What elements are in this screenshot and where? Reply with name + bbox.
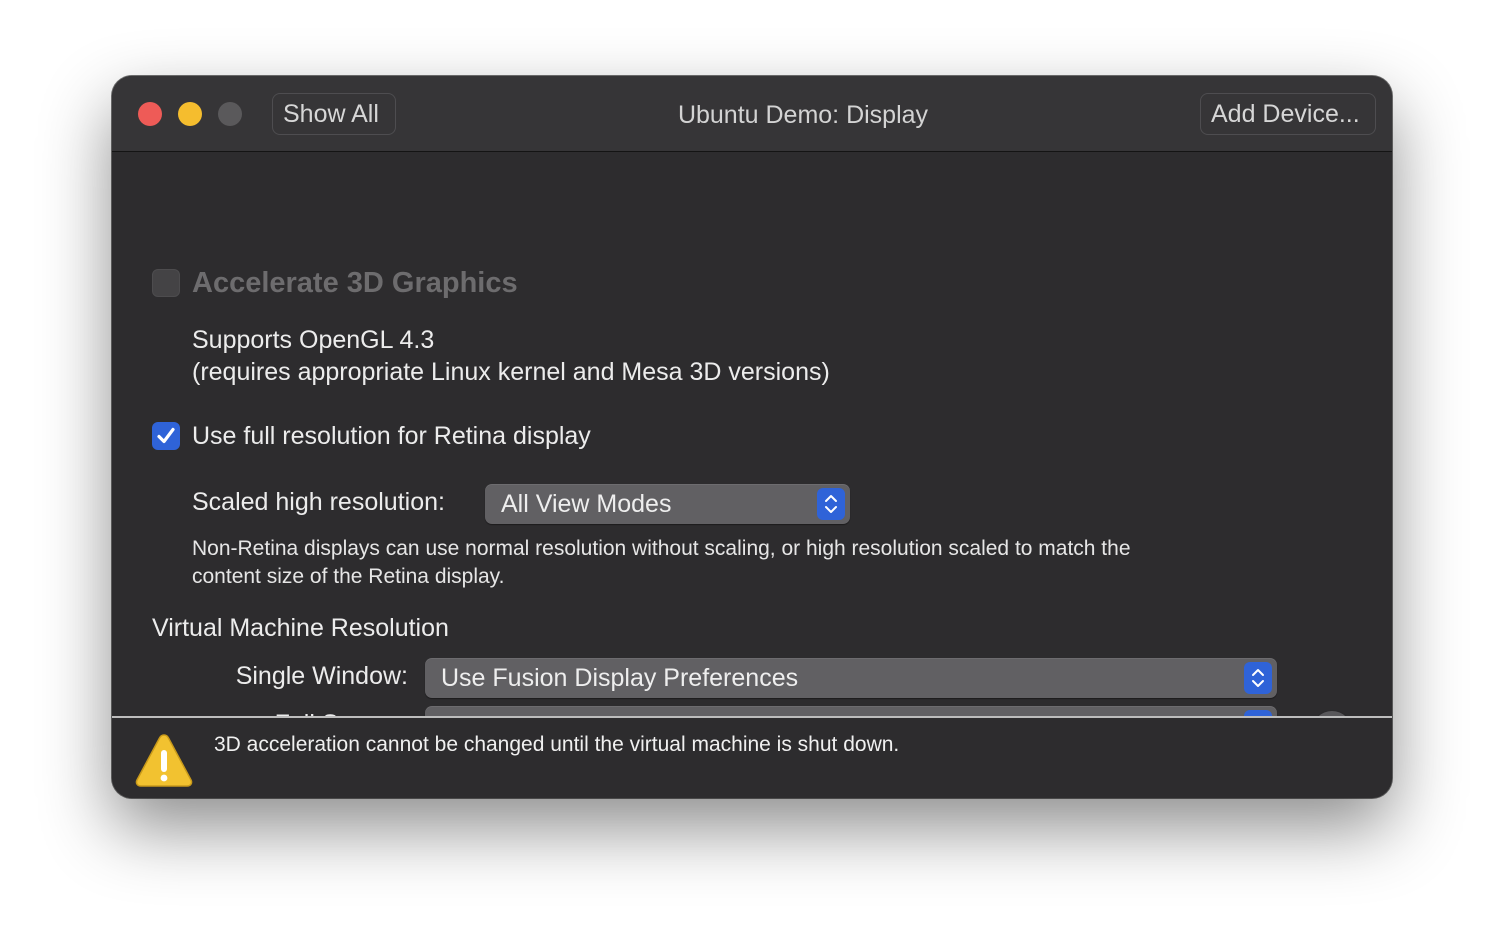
warning-icon [134,732,194,793]
full-resolution-retina-checkbox[interactable] [152,422,180,450]
checkmark-icon [157,427,175,444]
scaled-high-resolution-select[interactable]: All View Modes [485,484,850,524]
title-bar: Show All Ubuntu Demo: Display Add Device… [112,76,1392,152]
accelerate-3d-label: Accelerate 3D Graphics [192,267,518,299]
warning-message: 3D acceleration cannot be changed until … [214,733,900,756]
vm-resolution-heading: Virtual Machine Resolution [152,614,449,642]
opengl-requirements-text: (requires appropriate Linux kernel and M… [192,358,830,386]
single-window-resolution-value: Use Fusion Display Preferences [441,664,799,692]
minimize-window-button[interactable] [178,102,202,126]
opengl-support-text: Supports OpenGL 4.3 [192,326,435,354]
close-window-button[interactable] [138,102,162,126]
single-window-label: Single Window: [235,662,408,690]
status-footer: 3D acceleration cannot be changed until … [112,718,1392,798]
chevron-up-down-icon [1244,662,1272,694]
single-window-resolution-select[interactable]: Use Fusion Display Preferences [425,658,1277,698]
show-all-button[interactable]: Show All [272,93,396,135]
chevron-up-down-icon [817,488,845,520]
display-settings-panel: Accelerate 3D Graphics Supports OpenGL 4… [112,152,1392,751]
retina-note-line-2: content size of the Retina display. [192,565,505,588]
zoom-window-button [218,102,242,126]
retina-note-line-1: Non-Retina displays can use normal resol… [192,537,1131,560]
scaled-high-resolution-value: All View Modes [501,490,672,518]
accelerate-3d-checkbox[interactable] [152,269,180,297]
add-device-button[interactable]: Add Device... [1200,93,1376,135]
full-resolution-retina-label: Use full resolution for Retina display [192,422,591,450]
scaled-high-resolution-label: Scaled high resolution: [192,488,445,516]
preferences-window: Show All Ubuntu Demo: Display Add Device… [112,76,1392,798]
